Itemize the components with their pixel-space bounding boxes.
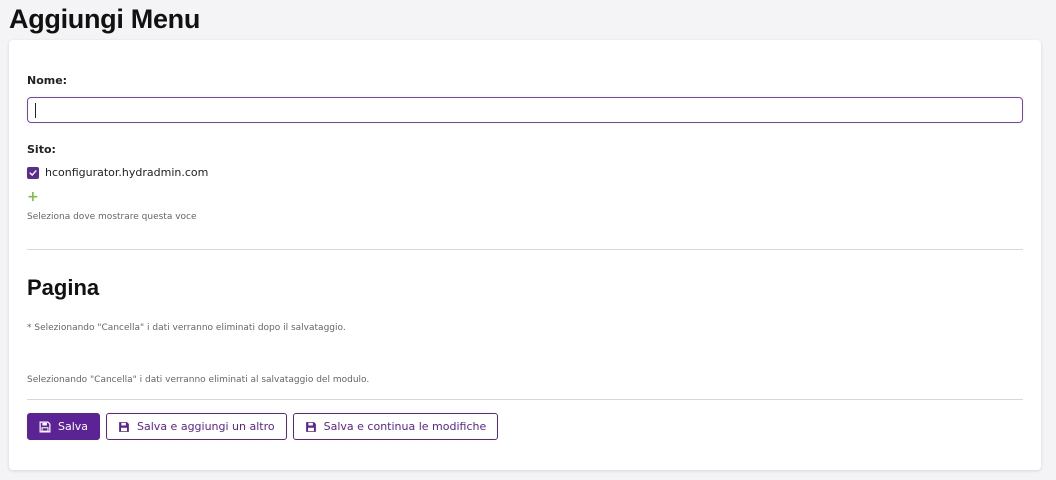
section-divider <box>27 249 1023 250</box>
site-option-label: hconfigurator.hydradmin.com <box>45 166 209 179</box>
save-button-label: Salva <box>58 420 89 433</box>
site-checkbox[interactable] <box>27 166 39 179</box>
name-input[interactable] <box>27 97 1023 123</box>
floppy-disk-icon <box>39 421 51 432</box>
floppy-disk-icon <box>305 421 316 432</box>
pagina-note: * Selezionando "Cancella" i dati verrann… <box>27 323 346 333</box>
form-card: Nome: Sito: hconfigurator.hydradmin.com … <box>9 40 1041 470</box>
site-option-row[interactable]: hconfigurator.hydradmin.com <box>27 166 208 179</box>
save-and-continue-button-label: Salva e continua le modifiche <box>323 420 487 433</box>
floppy-disk-icon <box>119 421 129 432</box>
form-actions: Salva Salva e aggiungi un altro Salva e … <box>27 413 499 440</box>
save-and-add-button-label: Salva e aggiungi un altro <box>137 420 275 433</box>
section-title-pagina: Pagina <box>27 275 100 300</box>
actions-divider <box>27 399 1023 400</box>
page-title: Aggiungi Menu <box>9 4 201 34</box>
save-and-continue-button[interactable]: Salva e continua le modifiche <box>292 413 499 440</box>
save-and-add-button[interactable]: Salva e aggiungi un altro <box>106 413 287 440</box>
plus-icon[interactable]: + <box>27 190 39 204</box>
check-icon <box>29 169 37 176</box>
name-label: Nome: <box>27 74 68 87</box>
site-label: Sito: <box>27 143 56 156</box>
text-caret <box>35 103 36 118</box>
save-button[interactable]: Salva <box>27 413 101 440</box>
pagina-help-text: Selezionando "Cancella" i dati verranno … <box>27 375 370 385</box>
site-help-text: Seleziona dove mostrare questa voce <box>27 212 197 222</box>
